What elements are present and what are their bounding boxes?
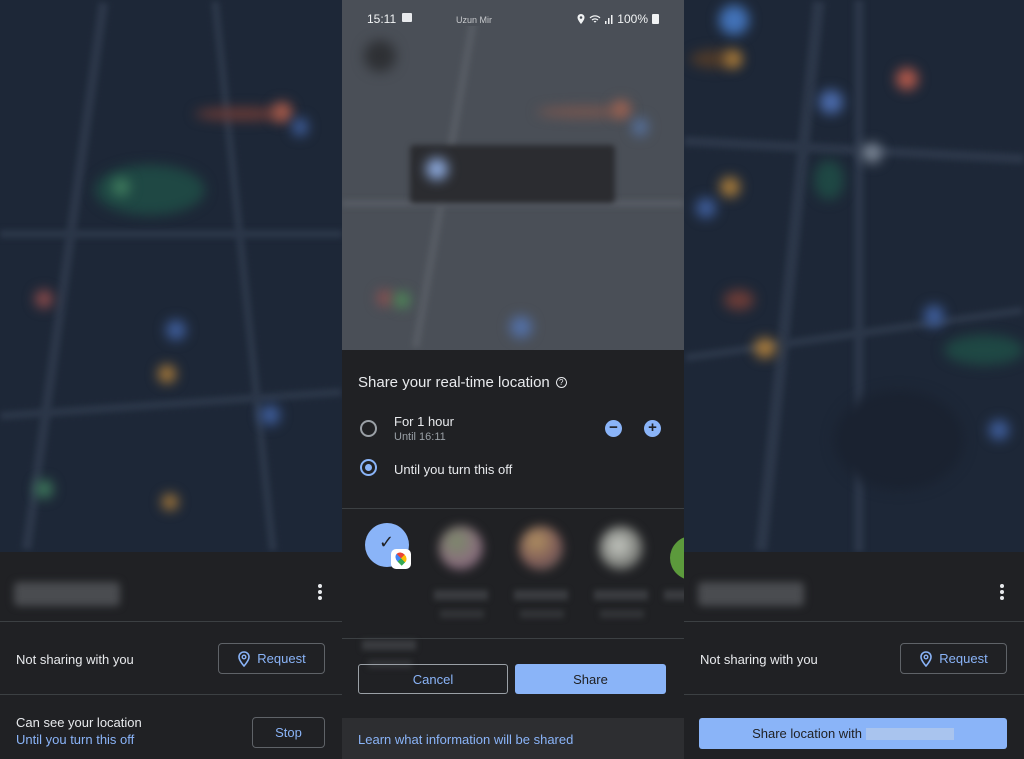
- contact-detail-redacted: [440, 610, 484, 618]
- contact-avatar: [670, 536, 684, 580]
- increase-duration-button[interactable]: +: [644, 420, 661, 437]
- dialog-title: Share your real-time location?: [358, 374, 567, 391]
- battery-percent: 100%: [617, 12, 648, 26]
- option-1-hour-sublabel: Until 16:11: [394, 431, 446, 443]
- battery-icon: [652, 14, 659, 24]
- contact-avatar: [519, 526, 563, 570]
- request-button[interactable]: Request: [218, 643, 325, 674]
- contact-header: [0, 552, 342, 622]
- dialog-title-text: Share your real-time location: [358, 374, 550, 391]
- request-button[interactable]: Request: [900, 643, 1007, 674]
- google-maps-icon: [391, 549, 411, 569]
- radio-for-1-hour[interactable]: [360, 420, 377, 437]
- screen-contact-not-sharing: Not sharing with you Request Share locat…: [684, 0, 1024, 759]
- decrease-duration-button[interactable]: −: [605, 420, 622, 437]
- radio-until-turned-off[interactable]: [360, 459, 377, 476]
- location-pin-icon: [920, 650, 933, 667]
- cancel-button[interactable]: Cancel: [358, 664, 508, 694]
- screen-contact-sharing: Not sharing with you Request Can see you…: [0, 0, 342, 759]
- can-see-label: Can see your location: [16, 715, 142, 730]
- share-location-with-label: Share location with: [752, 726, 862, 741]
- not-sharing-row: Not sharing with you Request: [684, 622, 1024, 695]
- status-time: 15:11: [367, 12, 397, 26]
- divider: [342, 508, 684, 509]
- request-label: Request: [939, 651, 988, 666]
- status-bar: 15:11 Uzun Mir 100%: [342, 0, 684, 26]
- divider: [342, 638, 684, 639]
- contact-name-redacted: [14, 582, 120, 606]
- contact-name-redacted: [514, 590, 568, 600]
- contact-name-redacted: [865, 727, 954, 740]
- map-view[interactable]: [0, 0, 342, 552]
- share-location-dialog: Share your real-time location? For 1 hou…: [342, 350, 684, 759]
- not-sharing-label: Not sharing with you: [700, 652, 818, 667]
- option-1-hour-label[interactable]: For 1 hour: [394, 414, 454, 429]
- location-icon: [577, 14, 585, 24]
- help-icon[interactable]: ?: [555, 377, 567, 388]
- wifi-icon: [589, 15, 601, 23]
- contact-avatar: [599, 526, 643, 570]
- contact-header: [684, 552, 1024, 622]
- contact-detail-redacted: [520, 610, 564, 618]
- screen-share-dialog: 15:11 Uzun Mir 100% Share your real-time…: [342, 0, 684, 759]
- contact-name-redacted: [664, 590, 684, 600]
- share-button[interactable]: Share: [515, 664, 666, 694]
- more-options-icon[interactable]: [318, 584, 322, 600]
- contact-selected-google-maps[interactable]: ✓: [365, 523, 411, 569]
- contact-picker[interactable]: ✓: [342, 510, 684, 668]
- learn-more-bar[interactable]: Learn what information will be shared: [342, 718, 684, 759]
- contact-name-redacted: [698, 582, 804, 606]
- contact-item[interactable]: [592, 520, 652, 630]
- contact-item[interactable]: [512, 520, 572, 630]
- stop-button[interactable]: Stop: [252, 717, 325, 748]
- contact-name-redacted: [362, 640, 416, 650]
- contact-avatar: [439, 526, 483, 570]
- carrier-label: Uzun Mir: [456, 15, 493, 25]
- more-options-icon[interactable]: [1000, 584, 1004, 600]
- not-sharing-label: Not sharing with you: [16, 652, 134, 667]
- not-sharing-row: Not sharing with you Request: [0, 622, 342, 695]
- learn-more-link[interactable]: Learn what information will be shared: [358, 732, 573, 747]
- map-view[interactable]: [684, 0, 1024, 552]
- contact-item[interactable]: [432, 520, 492, 630]
- option-until-off-label[interactable]: Until you turn this off: [394, 462, 512, 477]
- request-label: Request: [257, 651, 306, 666]
- contact-item[interactable]: [662, 520, 684, 630]
- location-pin-icon: [238, 650, 251, 667]
- image-notification-icon: [402, 13, 412, 22]
- contact-sheet: Not sharing with you Request Share locat…: [684, 552, 1024, 759]
- signal-icon: [605, 15, 613, 24]
- contact-name-redacted: [434, 590, 488, 600]
- can-see-row: Can see your location Until you turn thi…: [0, 695, 342, 758]
- contact-detail-redacted: [600, 610, 644, 618]
- share-location-with-button[interactable]: Share location with: [699, 718, 1007, 749]
- contact-name-redacted: [594, 590, 648, 600]
- contact-sheet: Not sharing with you Request Can see you…: [0, 552, 342, 759]
- sharing-duration: Until you turn this off: [16, 732, 135, 747]
- map-view-dimmed: [342, 0, 684, 350]
